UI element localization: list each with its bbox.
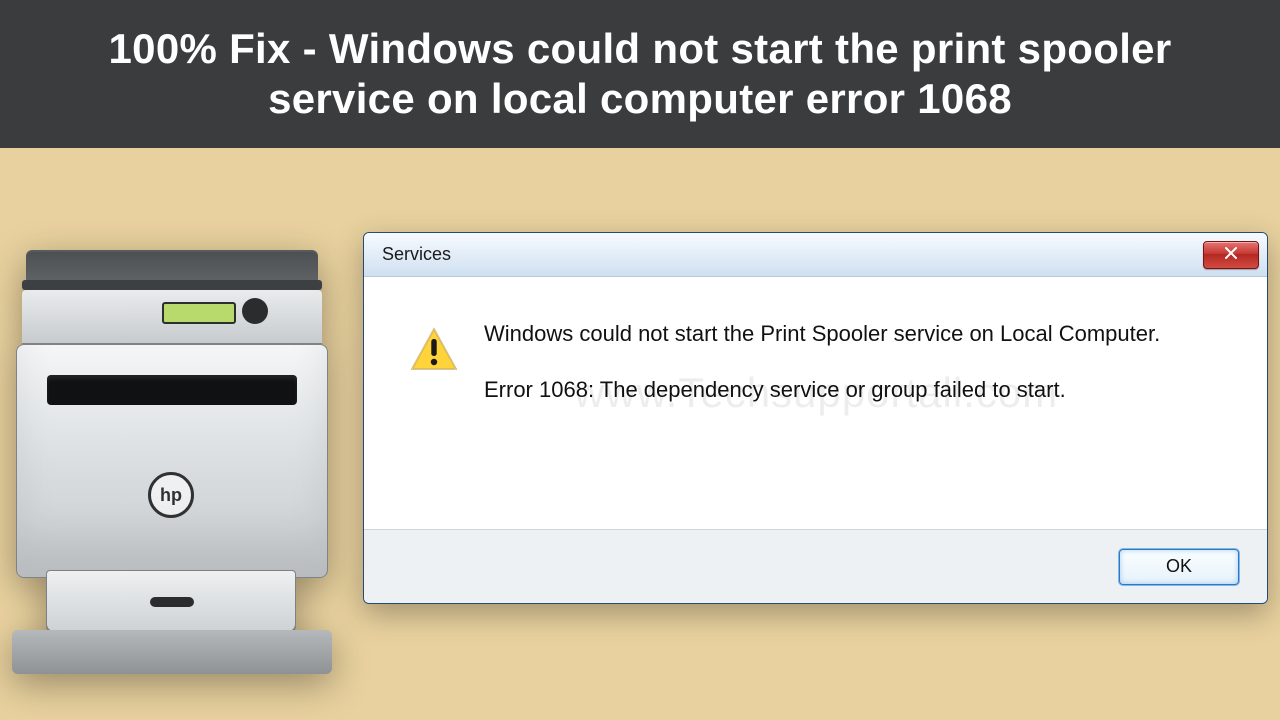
dialog-title: Services [382, 244, 451, 265]
dialog-body: www.Techsupportall.com Windows could not… [364, 277, 1267, 603]
error-message-detail: Error 1068: The dependency service or gr… [484, 377, 1237, 403]
hero-headline: 100% Fix - Windows could not start the p… [40, 24, 1240, 125]
close-button[interactable] [1203, 241, 1259, 269]
close-icon [1224, 244, 1238, 265]
printer-control-panel [22, 290, 322, 344]
services-error-dialog: Services www.Techsupportall.com [363, 232, 1268, 604]
printer-body [16, 344, 328, 578]
dialog-titlebar[interactable]: Services [364, 233, 1267, 277]
error-message-main: Windows could not start the Print Spoole… [484, 321, 1237, 347]
dialog-footer: OK [364, 529, 1267, 603]
printer-illustration: hp [12, 250, 342, 690]
printer-scanner-lip [22, 280, 322, 290]
thumbnail-stage: 100% Fix - Windows could not start the p… [0, 0, 1280, 720]
hero-banner: 100% Fix - Windows could not start the p… [0, 0, 1280, 148]
printer-brand-logo: hp [148, 472, 194, 518]
warning-icon [410, 327, 458, 371]
ok-button[interactable]: OK [1119, 549, 1239, 585]
printer-output-slot [47, 375, 297, 405]
printer-base [12, 630, 332, 674]
printer-paper-tray [46, 570, 296, 632]
printer-scanner-lid [26, 250, 318, 282]
